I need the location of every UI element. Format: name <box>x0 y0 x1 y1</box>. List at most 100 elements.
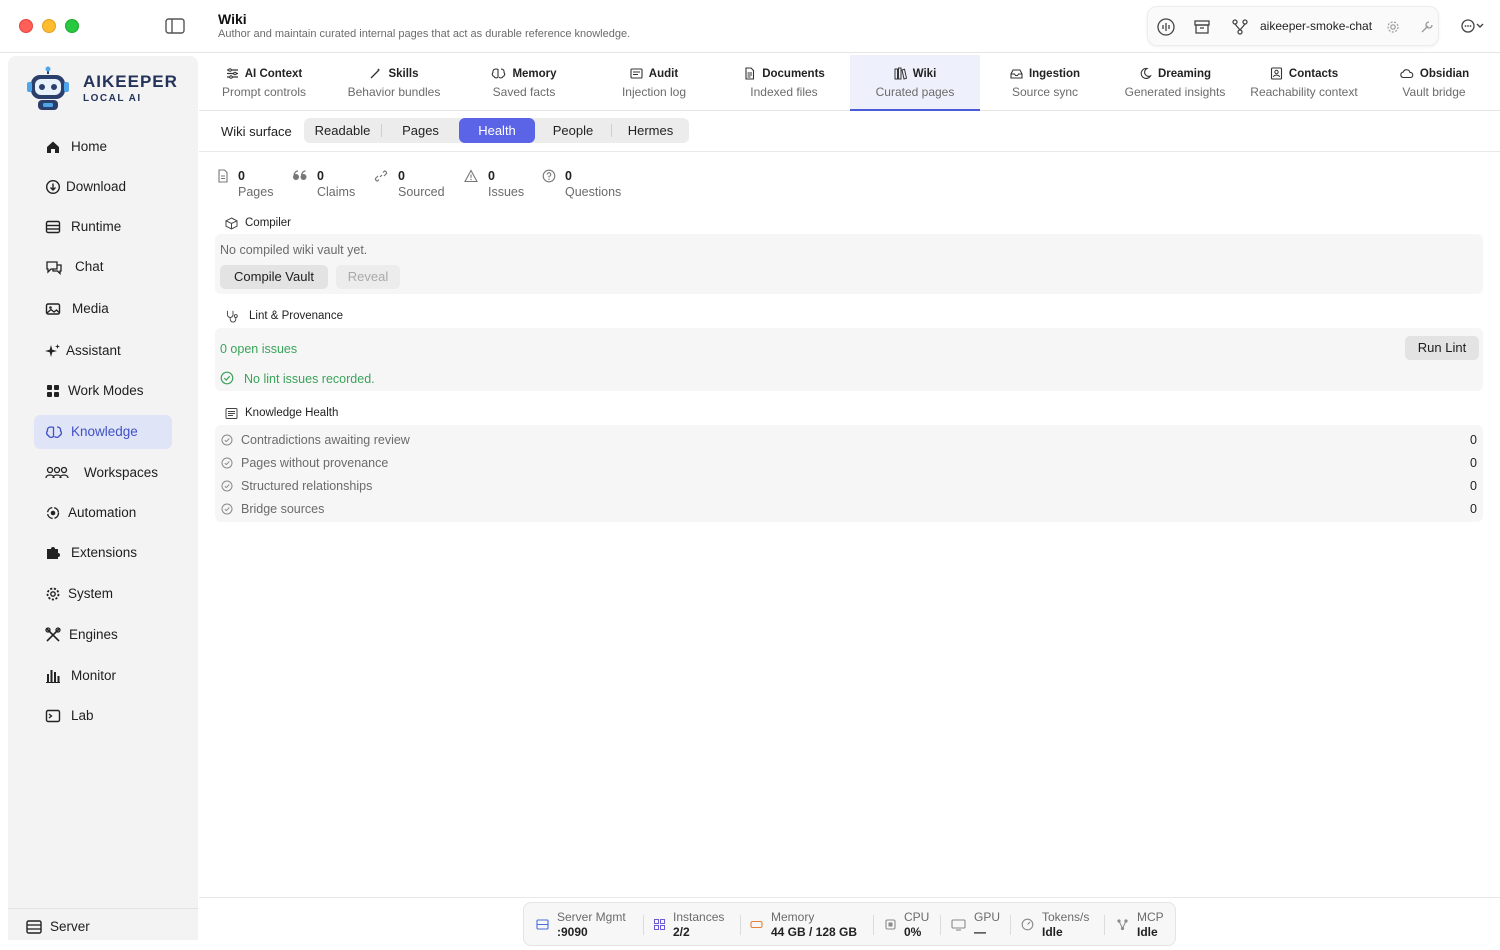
tab-subtitle: Behavior bundles <box>347 85 441 99</box>
lint-panel: 0 open issues Run Lint No lint issues re… <box>215 328 1483 391</box>
status-mcp[interactable]: MCP Idle <box>1116 909 1172 941</box>
session-name[interactable]: aikeeper-smoke-chat <box>1260 19 1372 33</box>
tab-documents[interactable]: Documents Indexed files <box>719 55 849 111</box>
sidebar-item-label: Media <box>72 301 109 316</box>
session-toolbar: aikeeper-smoke-chat <box>1147 6 1439 46</box>
tab-skills[interactable]: Skills Behavior bundles <box>329 55 459 111</box>
health-value: 0 <box>1470 433 1477 447</box>
sidebar-toggle-icon[interactable] <box>165 18 185 34</box>
tab-memory[interactable]: Memory Saved facts <box>459 55 589 111</box>
branch-icon[interactable] <box>1231 18 1249 36</box>
sidebar-item-automation[interactable]: Automation <box>34 496 172 530</box>
tab-subtitle: Source sync <box>1011 85 1079 99</box>
status-server-mgmt[interactable]: Server Mgmt :9090 <box>536 909 644 941</box>
cpu-icon <box>885 919 896 930</box>
more-options-icon[interactable] <box>1460 16 1488 36</box>
sidebar-item-label: Assistant <box>66 343 121 358</box>
surface-option-hermes[interactable]: Hermes <box>612 118 689 143</box>
archive-icon[interactable] <box>1193 18 1211 36</box>
gear-icon[interactable] <box>1386 20 1400 34</box>
sidebar-item-work-modes[interactable]: Work Modes <box>34 374 172 408</box>
sidebar-item-knowledge[interactable]: Knowledge <box>34 415 172 449</box>
tab-contacts[interactable]: Contacts Reachability context <box>1240 55 1368 111</box>
sidebar-item-label: Home <box>71 139 108 154</box>
reveal-button[interactable]: Reveal <box>336 265 400 289</box>
surface-option-readable[interactable]: Readable <box>304 118 381 143</box>
minimize-window-button[interactable] <box>42 19 56 33</box>
check-circle-icon <box>221 480 233 492</box>
document-icon <box>745 67 755 80</box>
tab-wiki[interactable]: Wiki Curated pages <box>850 55 980 111</box>
tab-ai-context[interactable]: AI Context Prompt controls <box>199 55 329 111</box>
sidebar-item-download[interactable]: Download <box>34 170 172 204</box>
status-value: 2/2 <box>673 925 690 939</box>
status-cpu[interactable]: CPU 0% <box>884 909 942 941</box>
stat-value: 0 <box>398 169 405 183</box>
tab-subtitle: Curated pages <box>875 85 955 99</box>
status-gpu[interactable]: GPU — <box>951 909 1009 941</box>
log-icon <box>630 68 643 79</box>
health-title: Knowledge Health <box>245 407 339 419</box>
wrench-icon[interactable] <box>1420 20 1434 34</box>
sidebar-item-label: Work Modes <box>68 383 144 398</box>
health-label: Bridge sources <box>241 502 325 516</box>
status-memory[interactable]: Memory 44 GB / 128 GB <box>750 909 870 941</box>
wiki-surface-selector: Readable Pages Health People Hermes <box>304 118 689 143</box>
tab-obsidian[interactable]: Obsidian Vault bridge <box>1369 55 1499 111</box>
sidebar-item-label: Workspaces <box>84 465 159 480</box>
compile-vault-button[interactable]: Compile Vault <box>220 265 328 289</box>
status-tokens[interactable]: Tokens/s Idle <box>1021 909 1103 941</box>
close-window-button[interactable] <box>19 19 33 33</box>
stat-value: 0 <box>317 169 324 183</box>
sidebar-footer[interactable]: Server <box>8 908 198 940</box>
sidebar-item-label: Automation <box>68 505 137 520</box>
sidebar-item-monitor[interactable]: Monitor <box>34 659 172 693</box>
open-issues-count: 0 open issues <box>220 342 298 356</box>
surface-option-pages[interactable]: Pages <box>382 118 459 143</box>
tab-ingestion[interactable]: Ingestion Source sync <box>980 55 1110 111</box>
sidebar-item-chat[interactable]: Chat <box>34 250 172 284</box>
tab-title: Wiki <box>912 67 937 80</box>
status-value: Idle <box>1042 925 1063 939</box>
surface-option-people[interactable]: People <box>535 118 611 143</box>
sidebar-item-label: Runtime <box>71 219 122 234</box>
tab-title: Contacts <box>1288 67 1339 80</box>
stat-claims: 0 Claims <box>292 169 362 205</box>
sidebar-item-assistant[interactable]: Assistant <box>34 334 172 368</box>
maximize-window-button[interactable] <box>65 19 79 33</box>
sidebar-item-label: Download <box>66 179 127 194</box>
gpu-icon <box>951 919 966 931</box>
stat-value: 0 <box>565 169 572 183</box>
stat-value: 0 <box>238 169 245 183</box>
sidebar-item-label: Extensions <box>71 545 138 560</box>
run-lint-button[interactable]: Run Lint <box>1405 336 1479 360</box>
sidebar-item-home[interactable]: Home <box>34 130 172 164</box>
page-subtitle: Author and maintain curated internal pag… <box>218 28 631 40</box>
health-panel: Contradictions awaiting review 0 Pages w… <box>215 425 1483 522</box>
stat-sourced: 0 Sourced <box>374 169 454 205</box>
health-value: 0 <box>1470 479 1477 493</box>
tab-title: Audit <box>648 67 679 80</box>
status-instances[interactable]: Instances 2/2 <box>653 909 741 941</box>
sidebar-item-runtime[interactable]: Runtime <box>34 210 172 244</box>
sidebar-item-engines[interactable]: Engines <box>34 618 172 652</box>
tab-title: Documents <box>762 67 825 80</box>
tab-title: AI Context <box>244 67 303 80</box>
sidebar-item-system[interactable]: System <box>34 577 172 611</box>
stat-issues: 0 Issues <box>464 169 534 205</box>
stat-pages: 0 Pages <box>216 169 286 205</box>
stat-questions: 0 Questions <box>542 169 632 205</box>
tab-subtitle: Prompt controls <box>221 85 307 99</box>
tab-subtitle: Indexed files <box>750 85 818 99</box>
audio-wave-icon[interactable] <box>1157 18 1175 36</box>
quote-icon <box>293 170 307 180</box>
sidebar-item-label: Chat <box>75 259 104 274</box>
sidebar-item-lab[interactable]: Lab <box>34 699 172 733</box>
tab-dreaming[interactable]: Dreaming Generated insights <box>1110 55 1240 111</box>
health-label: Pages without provenance <box>241 456 389 470</box>
surface-option-health[interactable]: Health <box>459 118 535 143</box>
tab-audit[interactable]: Audit Injection log <box>589 55 719 111</box>
sidebar-item-media[interactable]: Media <box>34 292 172 326</box>
sidebar-item-workspaces[interactable]: Workspaces <box>34 456 172 490</box>
sidebar-item-extensions[interactable]: Extensions <box>34 536 172 570</box>
